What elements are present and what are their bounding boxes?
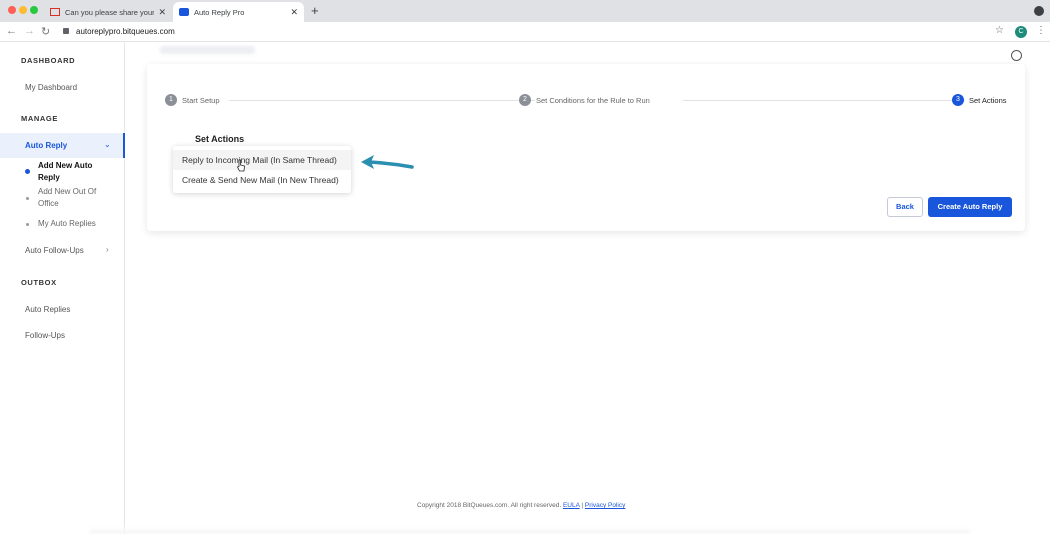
- back-button[interactable]: Back: [887, 197, 923, 217]
- auto-reply-pro-icon: [179, 8, 189, 16]
- bullet-icon: [26, 197, 29, 200]
- address-bar: ← → ↻ autoreplypro.bitqueues.com ☆ C ⋮: [0, 22, 1050, 42]
- sidebar-item-auto-follow-ups[interactable]: Auto Follow-Ups: [25, 246, 84, 255]
- eula-link[interactable]: EULA: [563, 502, 580, 509]
- option-create-send-new-mail[interactable]: Create & Send New Mail (In New Thread): [173, 170, 351, 190]
- user-account-icon[interactable]: [1011, 50, 1022, 61]
- stepper-connector: [683, 100, 965, 101]
- section-heading-manage: MANAGE: [21, 114, 58, 123]
- gmail-icon: [50, 8, 60, 16]
- step-3-label: Set Actions: [969, 96, 1007, 105]
- forward-arrow-icon[interactable]: →: [24, 25, 35, 37]
- step-1-number: 1: [165, 94, 177, 106]
- sidebar-item-auto-reply[interactable]: Auto Reply ⌄: [0, 133, 125, 158]
- tab-title: Can you please share your me: [65, 7, 155, 17]
- maximize-window-button[interactable]: [30, 6, 38, 14]
- create-auto-reply-button[interactable]: Create Auto Reply: [928, 197, 1012, 217]
- step-2-number: 2: [519, 94, 531, 106]
- annotation-arrow-icon: [361, 155, 414, 169]
- new-tab-button[interactable]: +: [311, 3, 319, 18]
- copyright-text: Copyright 2018 BitQueues.com. All right …: [417, 502, 562, 509]
- sidebar-subitem-add-new-auto-reply[interactable]: Add New Auto Reply: [38, 160, 108, 184]
- section-heading-dashboard: DASHBOARD: [21, 56, 76, 65]
- close-tab-icon[interactable]: ✕: [158, 7, 166, 18]
- browser-tab-auto-reply-pro[interactable]: Auto Reply Pro ✕: [173, 2, 304, 22]
- bullet-icon: [26, 223, 29, 226]
- sidebar: DASHBOARD My Dashboard MANAGE Auto Reply…: [0, 42, 125, 534]
- option-reply-to-incoming-mail[interactable]: Reply to Incoming Mail (In Same Thread): [173, 150, 351, 170]
- sidebar-item-follow-ups[interactable]: Follow-Ups: [25, 331, 65, 340]
- footer-separator: |: [581, 502, 584, 509]
- browser-tab-bar: Can you please share your me ✕ Auto Repl…: [0, 0, 1050, 22]
- chevron-down-icon: ⌄: [104, 140, 111, 149]
- active-bullet-icon: [25, 169, 30, 174]
- blurred-page-title: [160, 46, 255, 54]
- close-window-button[interactable]: [8, 6, 16, 14]
- section-heading-outbox: OUTBOX: [21, 278, 57, 287]
- back-arrow-icon[interactable]: ←: [6, 25, 17, 37]
- chevron-right-icon: ›: [106, 245, 109, 254]
- sidebar-item-label: Auto Reply: [25, 141, 68, 150]
- sidebar-subitem-add-new-out-of-office[interactable]: Add New Out Of Office: [38, 186, 108, 210]
- lock-icon[interactable]: [63, 28, 69, 34]
- tab-title: Auto Reply Pro: [194, 7, 245, 17]
- profile-avatar[interactable]: C: [1015, 26, 1027, 38]
- step-1-label: Start Setup: [182, 96, 220, 105]
- minimize-window-button[interactable]: [19, 6, 27, 14]
- bookmark-star-icon[interactable]: ☆: [995, 25, 1004, 36]
- sidebar-item-my-dashboard[interactable]: My Dashboard: [25, 83, 77, 92]
- browser-tab-gmail[interactable]: Can you please share your me ✕: [44, 2, 172, 22]
- step-3-number: 3: [952, 94, 964, 106]
- action-dropdown-menu: Reply to Incoming Mail (In Same Thread) …: [173, 146, 351, 193]
- reload-icon[interactable]: ↻: [41, 25, 50, 38]
- browser-menu-icon[interactable]: ⋮: [1036, 25, 1046, 36]
- mouse-cursor-icon: [236, 159, 245, 172]
- privacy-policy-link[interactable]: Privacy Policy: [585, 502, 625, 509]
- sidebar-subitem-my-auto-replies[interactable]: My Auto Replies: [38, 218, 108, 230]
- bottom-shadow: [90, 528, 970, 534]
- main-content: 1 Start Setup 2 Set Conditions for the R…: [125, 42, 1050, 534]
- browser-profile-icon[interactable]: [1034, 6, 1044, 16]
- section-title: Set Actions: [195, 134, 245, 144]
- stepper-connector: [229, 100, 535, 101]
- close-tab-icon[interactable]: ✕: [290, 7, 298, 18]
- step-2-label: Set Conditions for the Rule to Run: [536, 96, 650, 105]
- url-field[interactable]: autoreplypro.bitqueues.com: [76, 27, 175, 36]
- sidebar-item-auto-replies[interactable]: Auto Replies: [25, 305, 70, 314]
- footer: Copyright 2018 BitQueues.com. All right …: [417, 502, 625, 509]
